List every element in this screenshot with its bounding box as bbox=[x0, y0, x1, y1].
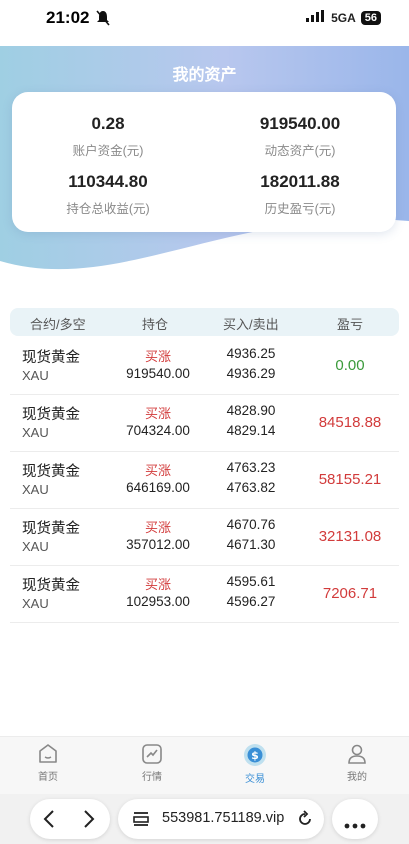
nav-arrows bbox=[30, 799, 110, 839]
direction-label: 买涨 bbox=[144, 463, 171, 478]
buy-price: 4828.90 bbox=[226, 403, 276, 418]
pnl-value: 58155.21 bbox=[318, 471, 382, 488]
account-funds-label: 账户资金(元) bbox=[72, 144, 144, 158]
buy-price: 4936.25 bbox=[226, 346, 276, 361]
battery-level: 56 bbox=[360, 10, 381, 25]
contract-code: XAU bbox=[22, 596, 49, 611]
table-row[interactable]: 现货黄金 XAU 买涨 646169.00 4763.23 4763.82 58… bbox=[10, 452, 399, 509]
account-funds-value: 0.28 bbox=[91, 114, 125, 133]
position-value: 919540.00 bbox=[126, 366, 190, 381]
status-time: 21:02 bbox=[46, 8, 90, 27]
holding-profit-value: 110344.80 bbox=[68, 172, 148, 191]
dynamic-assets-value: 919540.00 bbox=[259, 114, 341, 133]
more-dots-icon bbox=[344, 816, 366, 834]
bell-muted-icon bbox=[96, 10, 110, 31]
contract-name: 现货黄金 bbox=[22, 578, 80, 594]
positions-table-header: 合约/多空 持仓 买入/卖出 盈亏 bbox=[10, 308, 399, 336]
position-value: 102953.00 bbox=[126, 594, 190, 609]
dollar-icon: $ bbox=[225, 743, 285, 767]
table-row[interactable]: 现货黄金 XAU 买涨 102953.00 4595.61 4596.27 72… bbox=[10, 566, 399, 623]
header-contract: 合约/多空 bbox=[30, 317, 86, 332]
header-buy-sell: 买入/卖出 bbox=[223, 317, 279, 332]
pnl-value: 0.00 bbox=[335, 357, 365, 374]
asset-summary-card: 0.28 账户资金(元) 919540.00 动态资产(元) 110344.80… bbox=[12, 92, 396, 232]
more-button[interactable] bbox=[332, 799, 378, 839]
buy-price: 4763.23 bbox=[226, 460, 276, 475]
contract-name: 现货黄金 bbox=[22, 407, 80, 423]
browser-toolbar: 553981.751189.vip bbox=[0, 794, 409, 844]
contract-name: 现货黄金 bbox=[22, 521, 80, 537]
history-pnl-value: 182011.88 bbox=[260, 172, 340, 191]
nav-trade[interactable]: $ 交易 bbox=[225, 743, 285, 785]
sell-price: 4829.14 bbox=[226, 423, 276, 438]
holding-profit-label: 持仓总收益(元) bbox=[66, 202, 150, 216]
signal-icon bbox=[306, 10, 326, 25]
position-value: 646169.00 bbox=[126, 480, 190, 495]
direction-label: 买涨 bbox=[144, 577, 171, 592]
contract-name: 现货黄金 bbox=[22, 350, 80, 366]
nav-home[interactable]: 首页 bbox=[18, 743, 78, 783]
sell-price: 4596.27 bbox=[226, 594, 276, 609]
position-value: 704324.00 bbox=[126, 423, 190, 438]
table-row[interactable]: 现货黄金 XAU 买涨 919540.00 4936.25 4936.29 0.… bbox=[10, 338, 399, 395]
buy-price: 4670.76 bbox=[226, 517, 276, 532]
nav-market[interactable]: 行情 bbox=[122, 743, 182, 783]
account-funds: 0.28 账户资金(元) bbox=[23, 114, 193, 159]
user-icon bbox=[327, 743, 387, 765]
address-bar[interactable]: 553981.751189.vip bbox=[118, 799, 324, 839]
table-row[interactable]: 现货黄金 XAU 买涨 357012.00 4670.76 4671.30 32… bbox=[10, 509, 399, 566]
history-pnl: 182011.88 历史盈亏(元) bbox=[215, 172, 385, 217]
page-title: 我的资产 bbox=[172, 67, 237, 84]
back-arrow-icon[interactable] bbox=[42, 809, 56, 834]
direction-label: 买涨 bbox=[144, 520, 171, 535]
dynamic-assets: 919540.00 动态资产(元) bbox=[215, 114, 385, 159]
url-text: 553981.751189.vip bbox=[162, 810, 285, 826]
nav-trade-label: 交易 bbox=[245, 774, 265, 785]
sell-price: 4936.29 bbox=[226, 366, 276, 381]
pnl-value: 7206.71 bbox=[322, 585, 378, 602]
sell-price: 4763.82 bbox=[226, 480, 276, 495]
nav-mine[interactable]: 我的 bbox=[327, 743, 387, 783]
header-pnl: 盈亏 bbox=[337, 317, 364, 332]
pnl-value: 32131.08 bbox=[318, 528, 382, 545]
dynamic-assets-label: 动态资产(元) bbox=[264, 144, 336, 158]
direction-label: 买涨 bbox=[144, 349, 171, 364]
forward-arrow-icon[interactable] bbox=[82, 809, 96, 834]
tabs-icon[interactable] bbox=[132, 811, 150, 832]
header-position: 持仓 bbox=[142, 317, 169, 332]
direction-label: 买涨 bbox=[144, 406, 171, 421]
nav-market-label: 行情 bbox=[142, 772, 162, 783]
status-bar: 21:02 5GA 56 bbox=[0, 0, 409, 46]
pnl-value: 84518.88 bbox=[318, 414, 382, 431]
contract-code: XAU bbox=[22, 539, 49, 554]
nav-home-label: 首页 bbox=[38, 772, 58, 783]
nav-mine-label: 我的 bbox=[347, 772, 367, 783]
contract-name: 现货黄金 bbox=[22, 464, 80, 480]
network-type: 5GA bbox=[331, 10, 356, 25]
chart-icon bbox=[122, 743, 182, 765]
position-value: 357012.00 bbox=[126, 537, 190, 552]
status-indicators: 5GA 56 bbox=[306, 10, 381, 25]
sell-price: 4671.30 bbox=[226, 537, 276, 552]
buy-price: 4595.61 bbox=[226, 574, 276, 589]
contract-code: XAU bbox=[22, 482, 49, 497]
bottom-nav: 首页 行情 $ 交易 我的 bbox=[0, 736, 409, 794]
holding-profit: 110344.80 持仓总收益(元) bbox=[23, 172, 193, 217]
svg-text:$: $ bbox=[251, 749, 259, 762]
home-icon bbox=[18, 743, 78, 765]
table-row[interactable]: 现货黄金 XAU 买涨 704324.00 4828.90 4829.14 84… bbox=[10, 395, 399, 452]
reload-icon[interactable] bbox=[296, 810, 314, 833]
contract-code: XAU bbox=[22, 425, 49, 440]
history-pnl-label: 历史盈亏(元) bbox=[264, 202, 336, 216]
contract-code: XAU bbox=[22, 368, 49, 383]
